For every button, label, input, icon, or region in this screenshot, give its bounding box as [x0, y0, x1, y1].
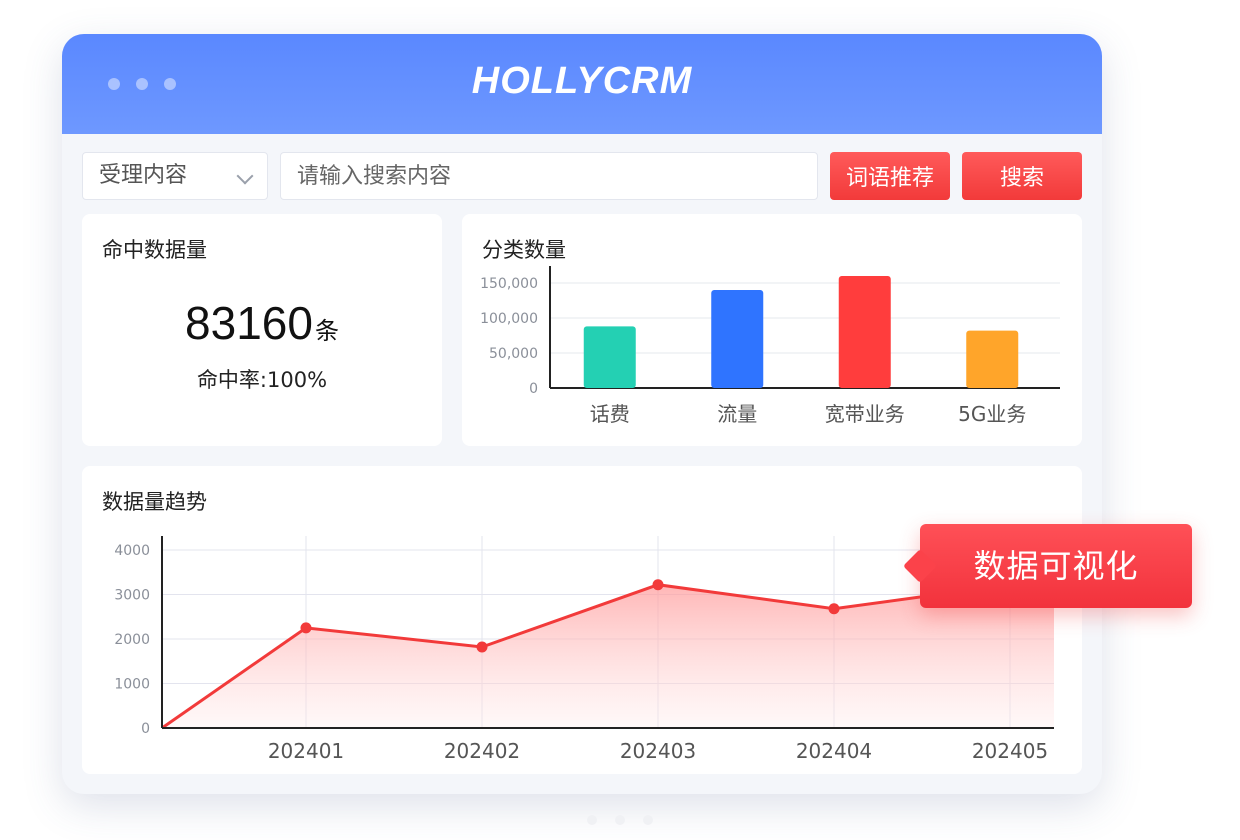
pagination-dots: [0, 810, 1240, 829]
brand-logo: HOLLYCRM: [471, 60, 693, 102]
hit-count-value: 83160条: [82, 296, 442, 350]
search-button[interactable]: 搜索: [962, 152, 1082, 200]
pagination-dot[interactable]: [643, 815, 653, 825]
hit-count-title: 命中数据量: [102, 238, 207, 262]
y-tick-label: 150,000: [480, 276, 538, 292]
search-input[interactable]: [280, 152, 818, 200]
x-tick-label: 202405: [972, 739, 1048, 763]
x-tick-label: 话费: [590, 402, 630, 426]
x-tick-label: 202402: [444, 739, 520, 763]
bar-2: [711, 290, 764, 388]
app-window: HOLLYCRM 受理内容 词语推荐 搜索 命中数据量 83160条 命中率:1…: [62, 34, 1102, 794]
category-select-value: 受理内容: [99, 163, 188, 188]
x-tick-label: 5G业务: [958, 402, 1026, 426]
word-recommend-button[interactable]: 词语推荐: [830, 152, 950, 200]
category-count-card: 分类数量 0 50,000 100,000 150,000 话费 流量 宽带业务 5G业务: [462, 214, 1082, 446]
trend-card: 数据量趋势 0 1000 2000 3000 4000 202401 202402 20240…: [82, 466, 1082, 774]
pagination-dot[interactable]: [615, 815, 625, 825]
category-select[interactable]: 受理内容: [82, 152, 268, 200]
y-tick-label: 3000: [114, 588, 150, 604]
hit-count-number: 83160: [185, 297, 313, 349]
bar-1: [583, 326, 636, 388]
y-tick-label: 2000: [114, 632, 150, 648]
data-point: [652, 579, 664, 591]
y-tick-label: 0: [529, 381, 538, 397]
category-bar-chart: 0 50,000 100,000 150,000 话费 流量 宽带业务 5G业务: [480, 266, 1060, 426]
trend-area-chart: 0 1000 2000 3000 4000 202401 202402 202403 20240…: [114, 536, 1055, 763]
title-bar: HOLLYCRM: [62, 34, 1102, 134]
x-tick-label: 202403: [620, 739, 696, 763]
hit-rate: 命中率:100%: [196, 368, 328, 392]
data-point: [828, 603, 840, 615]
x-tick-label: 202401: [268, 739, 344, 763]
data-point: [476, 641, 488, 653]
y-tick-label: 1000: [114, 677, 150, 693]
bar-4: [966, 330, 1019, 388]
y-tick-label: 4000: [114, 543, 150, 559]
chevron-down-icon: [236, 167, 254, 185]
y-tick-label: 0: [141, 721, 150, 737]
hit-count-unit: 条: [314, 317, 339, 345]
x-tick-label: 流量: [717, 402, 757, 426]
data-visualization-badge: 数据可视化: [920, 524, 1192, 608]
x-tick-label: 宽带业务: [825, 402, 905, 426]
y-tick-label: 50,000: [489, 346, 538, 362]
data-point: [300, 622, 312, 634]
y-tick-label: 100,000: [480, 311, 538, 327]
hit-count-card: 命中数据量 83160条 命中率:100%: [82, 214, 442, 446]
pagination-dot[interactable]: [587, 815, 597, 825]
bar-3: [838, 276, 891, 388]
x-tick-label: 202404: [796, 739, 872, 763]
